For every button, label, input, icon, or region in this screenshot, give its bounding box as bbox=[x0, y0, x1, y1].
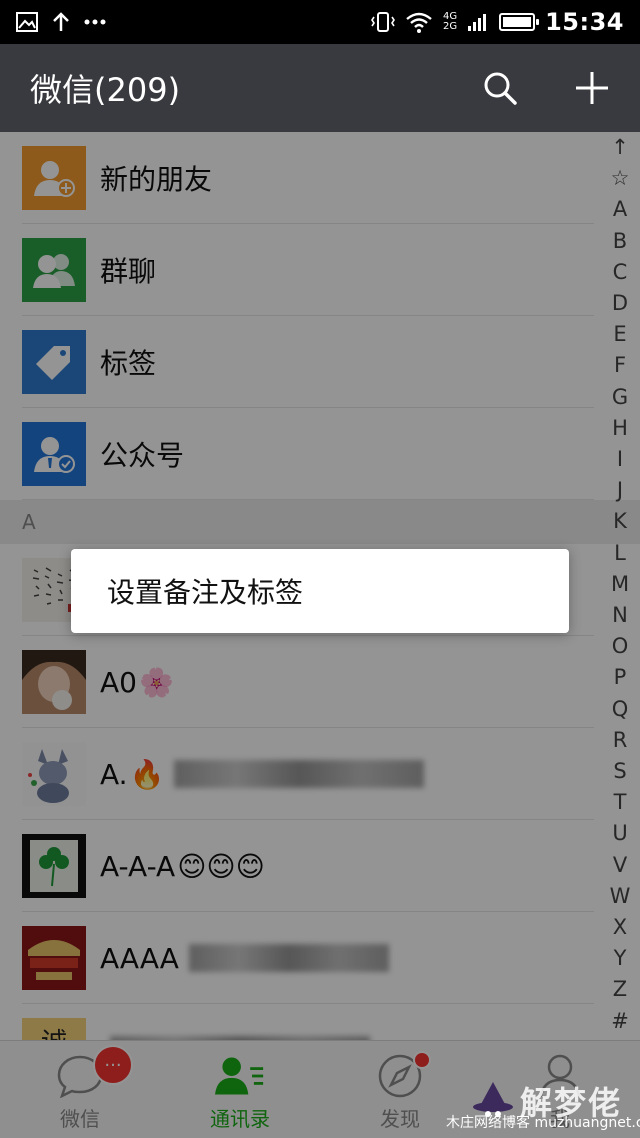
set-remark-and-tag-item[interactable]: 设置备注及标签 bbox=[107, 571, 303, 611]
battery-icon bbox=[499, 13, 540, 31]
signal-icon bbox=[468, 14, 487, 31]
status-left-icons bbox=[16, 12, 106, 32]
context-menu-dialog: 设置备注及标签 bbox=[71, 549, 569, 633]
watermark: 解梦佬 木庄网络博客 muzhuangnet.com bbox=[446, 1072, 640, 1138]
status-right-icons: 4G 2G 15:34 bbox=[371, 8, 624, 36]
status-time: 15:34 bbox=[545, 8, 624, 36]
more-dots-icon bbox=[84, 19, 106, 25]
title-bar: 微信(209) bbox=[0, 44, 640, 132]
upload-arrow-icon bbox=[53, 12, 69, 31]
title-actions bbox=[482, 70, 610, 106]
watermark-url: 木庄网络博客 muzhuangnet.com bbox=[446, 1115, 640, 1131]
search-icon[interactable] bbox=[482, 70, 518, 106]
image-icon bbox=[16, 12, 38, 32]
plus-icon[interactable] bbox=[574, 70, 610, 106]
wifi-icon bbox=[406, 12, 432, 33]
network-label: 4G 2G bbox=[442, 11, 458, 32]
vibrate-icon bbox=[371, 12, 395, 32]
page-title: 微信(209) bbox=[30, 71, 181, 109]
dim-overlay[interactable] bbox=[0, 132, 640, 1138]
status-bar: 4G 2G 15:34 bbox=[0, 0, 640, 44]
